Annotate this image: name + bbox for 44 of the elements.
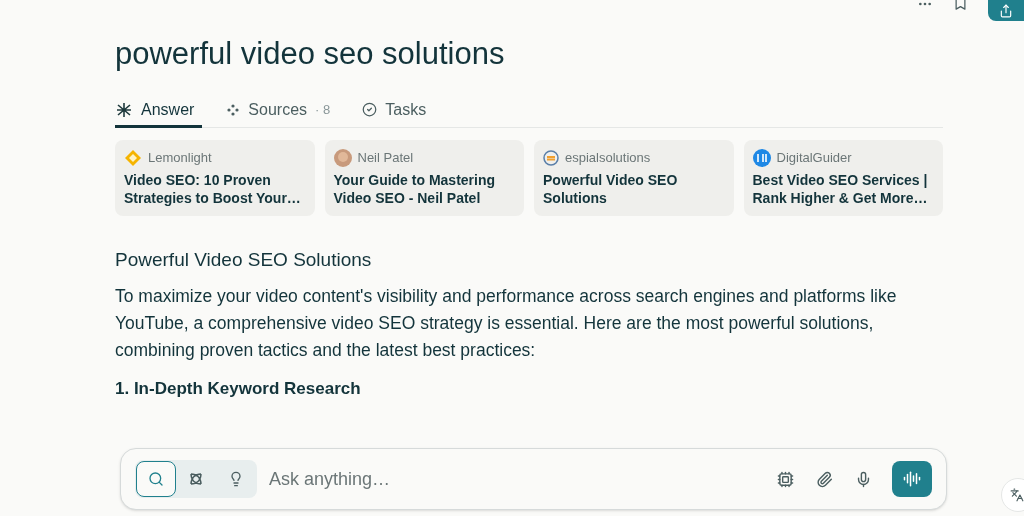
microphone-icon[interactable]	[855, 470, 872, 488]
tab[interactable]: Answer	[115, 94, 203, 128]
chip-icon[interactable]	[777, 470, 794, 488]
page-title: powerful video seo solutions	[115, 35, 506, 73]
source-site: DigitalGuider	[776, 149, 852, 167]
source-card[interactable]: Lemonlight Video SEO: 10 Proven Strategies to Boost Your…	[115, 140, 315, 216]
search-icon	[148, 471, 164, 487]
knot-icon	[188, 471, 204, 487]
avatar-icon	[333, 148, 352, 167]
ask-input[interactable]: Ask anything…	[269, 465, 777, 493]
source-title: Best Video SEO Services | Rank Higher & Get More…	[752, 170, 929, 207]
source-site: espialsolutions	[565, 149, 651, 167]
source-count: · 8	[315, 100, 331, 119]
source-site: Neil Patel	[357, 149, 414, 167]
voice-button[interactable]	[892, 461, 932, 497]
translate-icon	[1010, 488, 1024, 502]
tab[interactable]: Tasks	[354, 94, 435, 128]
tab-label: Tasks	[385, 99, 427, 120]
dots-icon	[226, 102, 241, 117]
tab-label: Sources	[248, 99, 308, 120]
source-site: Lemonlight	[148, 149, 212, 167]
source-title: Your Guide to Mastering Video SEO - Neil Patel	[333, 170, 497, 207]
striped-circle-icon	[543, 149, 559, 166]
tab[interactable]: Sources · 8	[218, 94, 339, 128]
lightbulb-icon	[228, 471, 244, 487]
sound-wave-icon	[903, 470, 921, 488]
tab-label: Answer	[141, 99, 195, 120]
share-icon	[999, 3, 1013, 18]
source-title: Powerful Video SEO Solutions	[543, 170, 679, 207]
answer-paragraph: To maximize your video content's visibility and performance across search engines and platforms like YouTube, a comprehensive video SEO strategy is essential. Here are the most powerful solutions, combining proven tactics and the latest best practices:	[115, 285, 898, 362]
source-card[interactable]: espialsolutions Powerful Video SEO Solutions	[534, 140, 734, 216]
share-button[interactable]	[988, 0, 1024, 21]
source-card[interactable]: Neil Patel Your Guide to Mastering Video SEO - Neil Patel	[324, 140, 524, 216]
check-circle-icon	[362, 102, 378, 117]
mode-button[interactable]	[136, 461, 176, 497]
answer-heading: Powerful Video SEO Solutions	[115, 248, 373, 272]
source-title: Video SEO: 10 Proven Strategies to Boost Your…	[124, 170, 302, 207]
round-logo-icon	[752, 148, 771, 167]
bookmark-icon[interactable]	[953, 0, 968, 11]
diamond-logo-icon	[124, 148, 142, 167]
ask-bar[interactable]: Ask anything…	[120, 448, 947, 510]
source-card[interactable]: DigitalGuider Best Video SEO Services | Rank Higher & Get More…	[743, 140, 943, 216]
paperclip-icon[interactable]	[816, 470, 833, 488]
section-heading: 1. In-Depth Keyword Research	[115, 378, 362, 400]
